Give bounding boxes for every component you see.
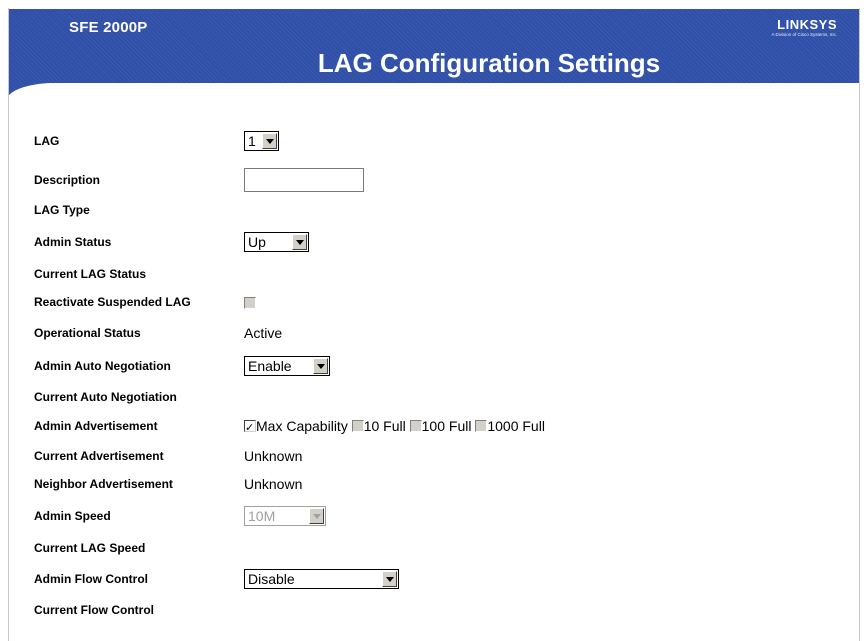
max-capability-checkbox[interactable] <box>244 418 256 438</box>
admin-advertisement-label: Admin Advertisement <box>34 419 158 433</box>
chevron-down-icon[interactable] <box>313 358 328 374</box>
current-lag-speed-label: Current LAG Speed <box>34 541 146 555</box>
admin-flow-control-label: Admin Flow Control <box>34 572 148 586</box>
admin-status-value: Up <box>248 234 266 250</box>
chevron-down-icon[interactable] <box>292 234 307 250</box>
lag-label: LAG <box>34 134 60 148</box>
brand-logo: LINKSYS A Division of Cisco Systems, Inc… <box>771 17 837 37</box>
device-model: SFE 2000P <box>69 19 148 36</box>
reactivate-label: Reactivate Suspended LAG <box>34 295 191 309</box>
chevron-down-icon[interactable] <box>309 508 324 524</box>
header-curve <box>9 83 859 105</box>
100-full-label: 100 Full <box>421 418 472 434</box>
10-full-label: 10 Full <box>363 418 406 434</box>
lag-type-label: LAG Type <box>34 203 90 217</box>
lag-select[interactable]: 1 <box>244 131 279 151</box>
current-advertisement-value: Unknown <box>244 448 303 464</box>
admin-speed-value: 10M <box>248 508 276 524</box>
1000-full-label: 1000 Full <box>487 418 545 434</box>
neighbor-advertisement-label: Neighbor Advertisement <box>34 477 173 491</box>
admin-auto-neg-select[interactable]: Enable <box>244 356 330 376</box>
admin-flow-control-value: Disable <box>248 571 295 587</box>
admin-advertisement-options: Max Capability 10 Full 100 Full 1000 Ful… <box>244 416 545 438</box>
current-auto-neg-label: Current Auto Negotiation <box>34 390 177 404</box>
max-capability-label: Max Capability <box>256 418 348 434</box>
admin-speed-label: Admin Speed <box>34 509 111 523</box>
brand-name: LINKSYS <box>777 17 837 32</box>
operational-status-label: Operational Status <box>34 326 141 340</box>
description-input[interactable] <box>244 168 364 192</box>
chevron-down-icon[interactable] <box>382 571 397 587</box>
admin-status-label: Admin Status <box>34 235 112 249</box>
chevron-down-icon[interactable] <box>262 133 277 149</box>
admin-status-select[interactable]: Up <box>244 232 309 252</box>
lag-select-value: 1 <box>248 133 256 149</box>
100-full-checkbox[interactable] <box>409 420 422 432</box>
operational-status-value: Active <box>244 325 283 341</box>
admin-speed-select[interactable]: 10M <box>244 506 326 526</box>
page-title: LAG Configuration Settings <box>317 48 661 78</box>
current-advertisement-label: Current Advertisement <box>34 449 164 463</box>
description-label: Description <box>34 173 101 187</box>
admin-auto-neg-value: Enable <box>248 358 292 374</box>
reactivate-checkbox[interactable] <box>244 297 256 309</box>
brand-subtitle: A Division of Cisco Systems, Inc. <box>771 32 837 37</box>
current-flow-control-label: Current Flow Control <box>34 603 154 617</box>
10-full-checkbox[interactable] <box>351 420 364 432</box>
1000-full-checkbox[interactable] <box>475 420 488 432</box>
header-banner: SFE 2000P LINKSYS A Division of Cisco Sy… <box>9 9 859 105</box>
neighbor-advertisement-value: Unknown <box>244 476 303 492</box>
admin-flow-control-select[interactable]: Disable <box>244 569 399 589</box>
current-lag-status-label: Current LAG Status <box>34 267 147 281</box>
admin-auto-neg-label: Admin Auto Negotiation <box>34 359 171 373</box>
